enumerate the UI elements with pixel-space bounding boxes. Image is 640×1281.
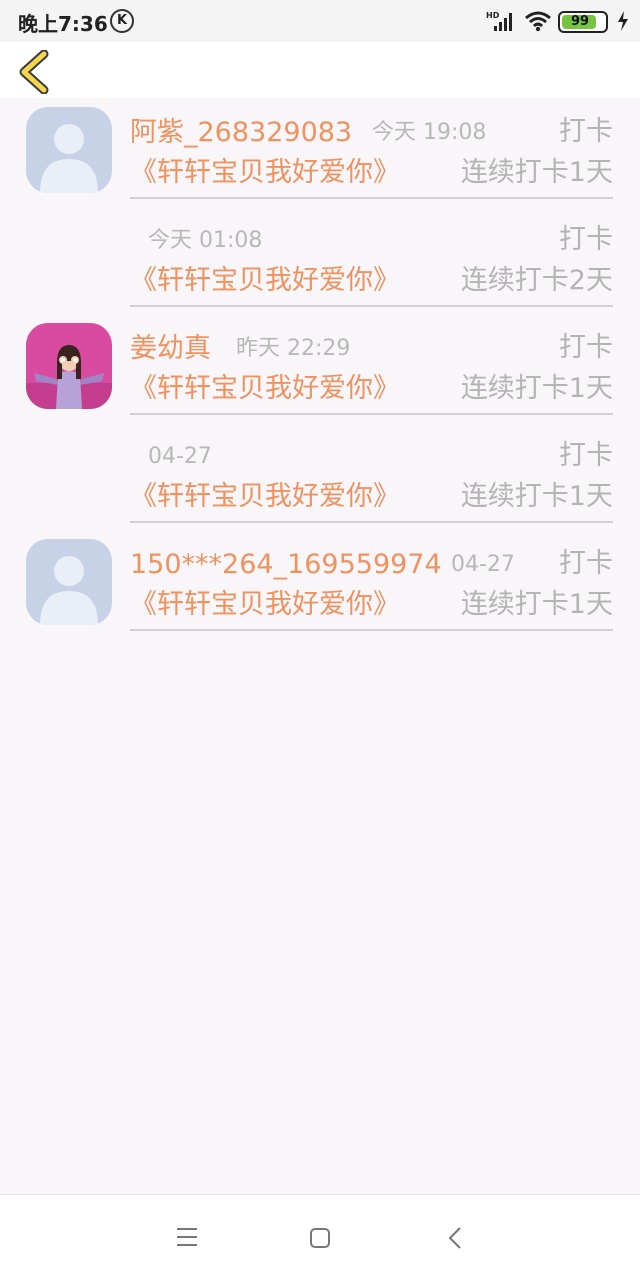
wifi-icon — [525, 11, 551, 32]
checkin-action: 打卡 — [559, 548, 613, 579]
status-bar: 晚上7:36 K HD 99 — [0, 0, 640, 42]
streak-text: 连续打卡1天 — [460, 481, 613, 512]
book-title[interactable]: 《轩轩宝贝我好爱你》 — [130, 156, 400, 190]
home-icon[interactable] — [309, 1227, 331, 1249]
charging-bolt-icon — [618, 11, 628, 31]
book-title[interactable]: 《轩轩宝贝我好爱你》 — [130, 372, 400, 406]
back-button[interactable] — [14, 50, 54, 94]
svg-text:HD: HD — [486, 11, 500, 20]
checkin-time: 今天 01:08 — [148, 228, 263, 253]
menu-icon[interactable] — [176, 1225, 198, 1249]
user-name[interactable]: 阿紫_268329083 — [130, 117, 352, 149]
list-item-content: 04-27 打卡 《轩轩宝贝我好爱你》 连续打卡1天 — [130, 422, 613, 523]
system-nav-bar — [0, 1194, 640, 1281]
k-icon: K — [110, 9, 134, 33]
list-item-content: 150***264_169559974 04-27 打卡 《轩轩宝贝我好爱你》 … — [130, 530, 613, 631]
checkin-list: 阿紫_268329083 今天 19:08 打卡 《轩轩宝贝我好爱你》 连续打卡… — [0, 98, 640, 638]
back-icon[interactable] — [446, 1225, 464, 1251]
checkin-time: 04-27 — [451, 552, 515, 577]
streak-text: 连续打卡1天 — [460, 373, 613, 404]
streak-text: 连续打卡1天 — [460, 157, 613, 188]
signal-icon: HD — [486, 11, 512, 31]
list-item[interactable]: 今天 01:08 打卡 《轩轩宝贝我好爱你》 连续打卡2天 — [0, 206, 640, 314]
default-avatar-icon[interactable] — [26, 107, 112, 193]
list-item[interactable]: 04-27 打卡 《轩轩宝贝我好爱你》 连续打卡1天 — [0, 422, 640, 530]
checkin-time: 04-27 — [148, 444, 212, 469]
user-name[interactable]: 150***264_169559974 — [130, 549, 442, 581]
checkin-action: 打卡 — [559, 116, 613, 147]
list-item-content: 今天 01:08 打卡 《轩轩宝贝我好爱你》 连续打卡2天 — [130, 206, 613, 307]
battery-icon: 99 — [558, 11, 608, 33]
status-time: 晚上7:36 — [18, 12, 108, 36]
checkin-action: 打卡 — [559, 332, 613, 363]
book-title[interactable]: 《轩轩宝贝我好爱你》 — [130, 480, 400, 514]
user-name[interactable]: 姜幼真 — [130, 333, 211, 365]
list-item-content: 姜幼真 昨天 22:29 打卡 《轩轩宝贝我好爱你》 连续打卡1天 — [130, 314, 613, 415]
battery-level: 99 — [570, 14, 590, 29]
photo-avatar[interactable] — [26, 323, 112, 409]
checkin-action: 打卡 — [559, 440, 613, 471]
default-avatar-icon[interactable] — [26, 539, 112, 625]
list-item[interactable]: 姜幼真 昨天 22:29 打卡 《轩轩宝贝我好爱你》 连续打卡1天 — [0, 314, 640, 422]
book-title[interactable]: 《轩轩宝贝我好爱你》 — [130, 264, 400, 298]
streak-text: 连续打卡2天 — [460, 265, 613, 296]
list-item[interactable]: 阿紫_268329083 今天 19:08 打卡 《轩轩宝贝我好爱你》 连续打卡… — [0, 98, 640, 206]
list-item-content: 阿紫_268329083 今天 19:08 打卡 《轩轩宝贝我好爱你》 连续打卡… — [130, 98, 613, 199]
top-nav-bar — [0, 42, 640, 98]
book-title[interactable]: 《轩轩宝贝我好爱你》 — [130, 588, 400, 622]
list-item[interactable]: 150***264_169559974 04-27 打卡 《轩轩宝贝我好爱你》 … — [0, 530, 640, 638]
checkin-time: 今天 19:08 — [372, 120, 487, 145]
streak-text: 连续打卡1天 — [460, 589, 613, 620]
status-icons: HD 99 — [430, 8, 630, 34]
checkin-action: 打卡 — [559, 224, 613, 255]
checkin-time: 昨天 22:29 — [236, 336, 351, 361]
